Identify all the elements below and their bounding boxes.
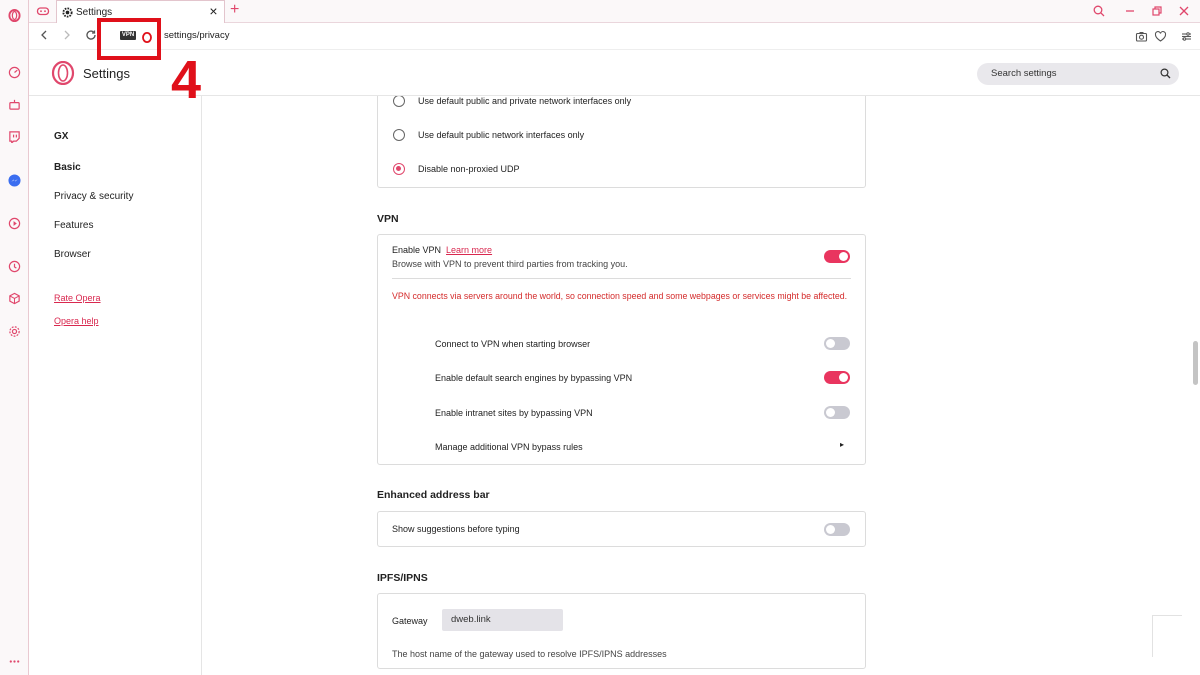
vpn-warning: VPN connects via servers around the worl… — [392, 291, 848, 301]
browser-sidebar — [0, 0, 29, 675]
radio-row-public-private[interactable]: Use default public and private network i… — [393, 96, 631, 107]
gateway-label: Gateway — [392, 616, 428, 626]
radio-public-private[interactable] — [393, 96, 405, 107]
snapshot-icon[interactable] — [1135, 30, 1148, 43]
address-bar: VPN settings/privacy — [29, 23, 1200, 50]
more-dots-icon[interactable] — [7, 654, 21, 668]
radio-label: Use default public and private network i… — [418, 96, 632, 106]
radio-row-disable-udp[interactable]: Disable non-proxied UDP — [393, 163, 520, 175]
enable-vpn-toggle[interactable] — [824, 250, 850, 263]
scrollbar-thumb[interactable] — [1193, 341, 1198, 385]
bypass-rules-link[interactable]: Manage additional VPN bypass rules — [435, 442, 583, 452]
page-corner-decoration — [1152, 615, 1182, 657]
extensions-cube-icon[interactable] — [7, 291, 21, 305]
vpn-option-label: Enable intranet sites by bypassing VPN — [435, 408, 593, 418]
bookmark-heart-icon[interactable] — [1154, 30, 1167, 43]
gateway-help: The host name of the gateway used to res… — [392, 649, 667, 659]
opera-logo-icon[interactable] — [7, 8, 21, 22]
enable-vpn-row: Enable VPN Learn more — [392, 245, 492, 255]
close-window-icon[interactable] — [1176, 3, 1192, 19]
rate-opera-link[interactable]: Rate Opera — [54, 293, 101, 303]
minimize-icon[interactable] — [1122, 3, 1138, 19]
history-icon[interactable] — [7, 259, 21, 273]
annotation-highlight-box — [97, 18, 161, 60]
restore-icon[interactable] — [1149, 3, 1165, 19]
settings-gear-icon[interactable] — [7, 324, 21, 338]
new-tab-icon[interactable]: + — [230, 2, 244, 18]
url-field[interactable]: settings/privacy — [164, 30, 229, 41]
ipfs-section-title: IPFS/IPNS — [377, 572, 428, 584]
radio-public-only[interactable] — [393, 129, 405, 141]
twitch-icon[interactable] — [7, 129, 21, 143]
bypass-intranet-toggle[interactable] — [824, 406, 850, 419]
bypass-search-toggle[interactable] — [824, 371, 850, 384]
ipfs-card: Gateway dweb.link The host name of the g… — [377, 593, 866, 669]
vpn-option-label: Enable default search engines by bypassi… — [435, 373, 633, 383]
opera-help-link[interactable]: Opera help — [54, 316, 99, 326]
radio-label: Use default public network interfaces on… — [418, 130, 585, 140]
search-input[interactable]: Search settings — [977, 63, 1179, 85]
radio-disable-udp[interactable] — [393, 163, 405, 175]
gx-corner-icon[interactable] — [7, 97, 21, 111]
easy-setup-icon[interactable] — [1180, 30, 1193, 43]
reload-icon[interactable] — [84, 29, 98, 43]
search-placeholder: Search settings — [991, 68, 1057, 79]
address-bar-section-title: Enhanced address bar — [377, 489, 490, 501]
enable-vpn-label: Enable VPN — [392, 245, 442, 255]
settings-nav: GX Basic Privacy & security Features Bro… — [29, 96, 202, 675]
speed-dial-icon[interactable] — [7, 65, 21, 79]
messenger-icon[interactable] — [7, 173, 21, 187]
back-icon[interactable] — [37, 29, 51, 43]
annotation-step-number: 4 — [171, 50, 202, 110]
gamepad-icon[interactable] — [36, 4, 50, 18]
divider — [392, 278, 851, 279]
nav-item-browser[interactable]: Browser — [54, 249, 91, 260]
suggestions-label: Show suggestions before typing — [392, 524, 520, 534]
chevron-right-icon[interactable]: ▸ — [840, 440, 844, 449]
player-icon[interactable] — [7, 216, 21, 230]
vpn-option-label: Connect to VPN when starting browser — [435, 339, 591, 349]
nav-item-gx[interactable]: GX — [54, 131, 68, 142]
suggestions-toggle[interactable] — [824, 523, 850, 536]
vpn-card: Enable VPN Learn more Browse with VPN to … — [377, 234, 866, 465]
tab-title: Settings — [76, 6, 113, 18]
connect-on-start-toggle[interactable] — [824, 337, 850, 350]
vpn-section-title: VPN — [377, 213, 399, 225]
vpn-description: Browse with VPN to prevent third parties… — [392, 259, 628, 269]
settings-content: Use default public and private network i… — [202, 96, 1200, 675]
search-icon[interactable] — [1160, 68, 1171, 79]
address-bar-card: Show suggestions before typing — [377, 511, 866, 547]
nav-item-features[interactable]: Features — [54, 220, 93, 231]
radio-row-public-only[interactable]: Use default public network interfaces on… — [393, 129, 584, 141]
page-title: Settings — [83, 66, 130, 81]
settings-header: Settings Search settings — [29, 50, 1200, 96]
learn-more-link[interactable]: Learn more — [446, 245, 492, 255]
tab-gear-icon — [62, 6, 73, 18]
close-tab-icon[interactable]: × — [207, 4, 220, 18]
radio-label: Disable non-proxied UDP — [418, 164, 520, 174]
nav-item-privacy[interactable]: Privacy & security — [54, 191, 133, 202]
nav-item-basic[interactable]: Basic — [54, 162, 81, 173]
forward-icon[interactable] — [60, 29, 74, 43]
tab-strip: Settings × + — [29, 0, 1200, 23]
gateway-input[interactable]: dweb.link — [442, 609, 563, 631]
search-tabs-icon[interactable] — [1091, 3, 1107, 19]
network-options-card: Use default public and private network i… — [377, 96, 866, 188]
opera-settings-logo-icon — [51, 60, 75, 86]
